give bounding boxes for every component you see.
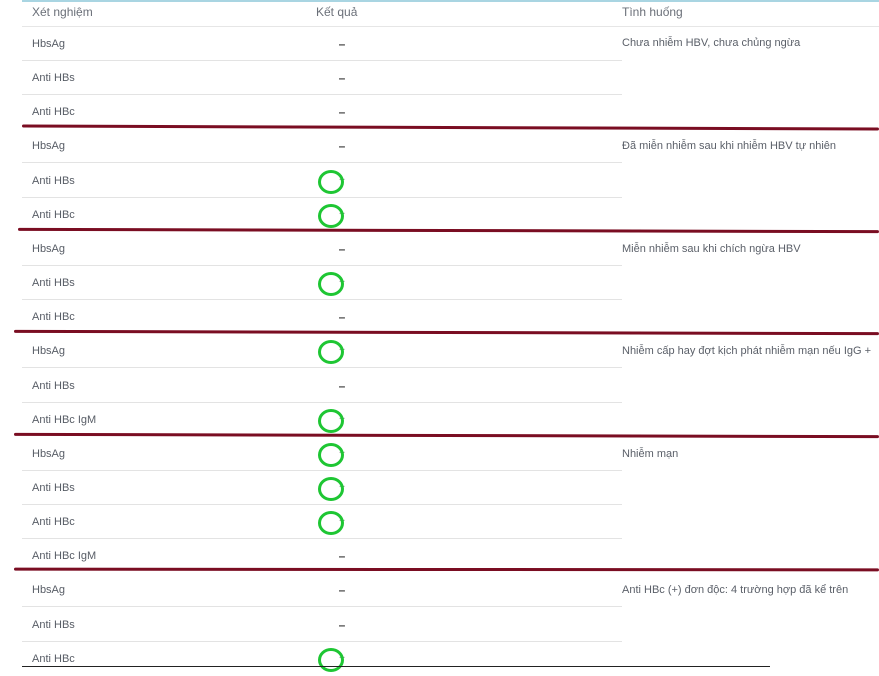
table-row: HbsAg – <box>22 573 622 607</box>
result-negative: – <box>338 242 346 256</box>
table-row: Anti HBs + <box>22 164 622 198</box>
situation-text: Nhiễm cấp hay đợt kịch phát nhiễm mạn nế… <box>622 345 872 357</box>
table-row: Anti HBc + <box>22 198 622 232</box>
highlight-circle <box>318 340 344 364</box>
situation-text: Chưa nhiễm HBV, chưa chủng ngừa <box>622 37 801 49</box>
header-result: Kết quả <box>316 5 358 19</box>
table-row: HbsAg + <box>22 334 622 368</box>
table-row: Anti HBs + <box>22 266 622 300</box>
situation-text: Đã miễn nhiễm sau khi nhiễm HBV tự nhiên <box>622 140 837 152</box>
highlight-circle <box>318 272 344 296</box>
test-name: Anti HBs <box>32 175 75 187</box>
highlight-circle <box>318 204 344 228</box>
highlight-circle <box>318 409 344 433</box>
highlight-circle <box>318 170 344 194</box>
result-negative: – <box>338 37 346 51</box>
test-name: Anti HBc <box>32 311 75 323</box>
result-negative: – <box>338 618 346 632</box>
test-name: HbsAg <box>32 38 66 50</box>
table-row: HbsAg + <box>22 437 622 471</box>
table-row: Anti HBc + <box>22 642 622 676</box>
row-separator <box>22 367 622 368</box>
table-row: Anti HBc – <box>22 300 622 334</box>
test-name: HbsAg <box>32 243 66 255</box>
table-row: Anti HBc + <box>22 505 622 539</box>
test-name: HbsAg <box>32 140 66 152</box>
test-name: Anti HBs <box>32 619 75 631</box>
test-name: Anti HBs <box>32 380 75 392</box>
table-top-border <box>22 0 879 2</box>
highlight-circle <box>318 477 344 501</box>
test-name: HbsAg <box>32 584 66 596</box>
result-negative: – <box>338 310 346 324</box>
test-name: Anti HBs <box>32 72 75 84</box>
test-name: HbsAg <box>32 345 66 357</box>
table-row: Anti HBs – <box>22 608 622 642</box>
highlight-circle <box>318 511 344 535</box>
result-negative: – <box>338 105 346 119</box>
row-separator <box>22 606 622 607</box>
table-row: Anti HBs – <box>22 369 622 403</box>
highlight-circle <box>318 443 344 467</box>
result-negative: – <box>338 71 346 85</box>
table-row: Anti HBc IgM + <box>22 403 622 437</box>
highlight-circle <box>318 648 344 672</box>
situation-text: Nhiễm mạn <box>622 448 679 460</box>
table-row: HbsAg – <box>22 232 622 266</box>
test-name: HbsAg <box>32 448 66 460</box>
test-name: Anti HBc <box>32 516 75 528</box>
result-negative: – <box>338 139 346 153</box>
table-row: Anti HBs + <box>22 471 622 505</box>
test-name: Anti HBc <box>32 209 75 221</box>
situation-text: Anti HBc (+) đơn độc: 4 trường hợp đã kể… <box>622 584 849 596</box>
table-row: HbsAg – <box>22 27 622 61</box>
test-name: Anti HBs <box>32 277 75 289</box>
test-name: Anti HBs <box>32 482 75 494</box>
header-test: Xét nghiệm <box>32 5 93 19</box>
result-negative: – <box>338 379 346 393</box>
table-row: Anti HBs – <box>22 61 622 95</box>
table-row: HbsAg – <box>22 129 622 163</box>
situation-text: Miễn nhiễm sau khi chích ngừa HBV <box>622 243 801 255</box>
row-separator <box>22 162 622 163</box>
header-situation: Tình huống <box>622 5 683 19</box>
result-negative: – <box>338 583 346 597</box>
test-name: Anti HBc IgM <box>32 414 97 426</box>
test-name: Anti HBc <box>32 653 75 665</box>
table-bottom-border <box>22 666 770 667</box>
